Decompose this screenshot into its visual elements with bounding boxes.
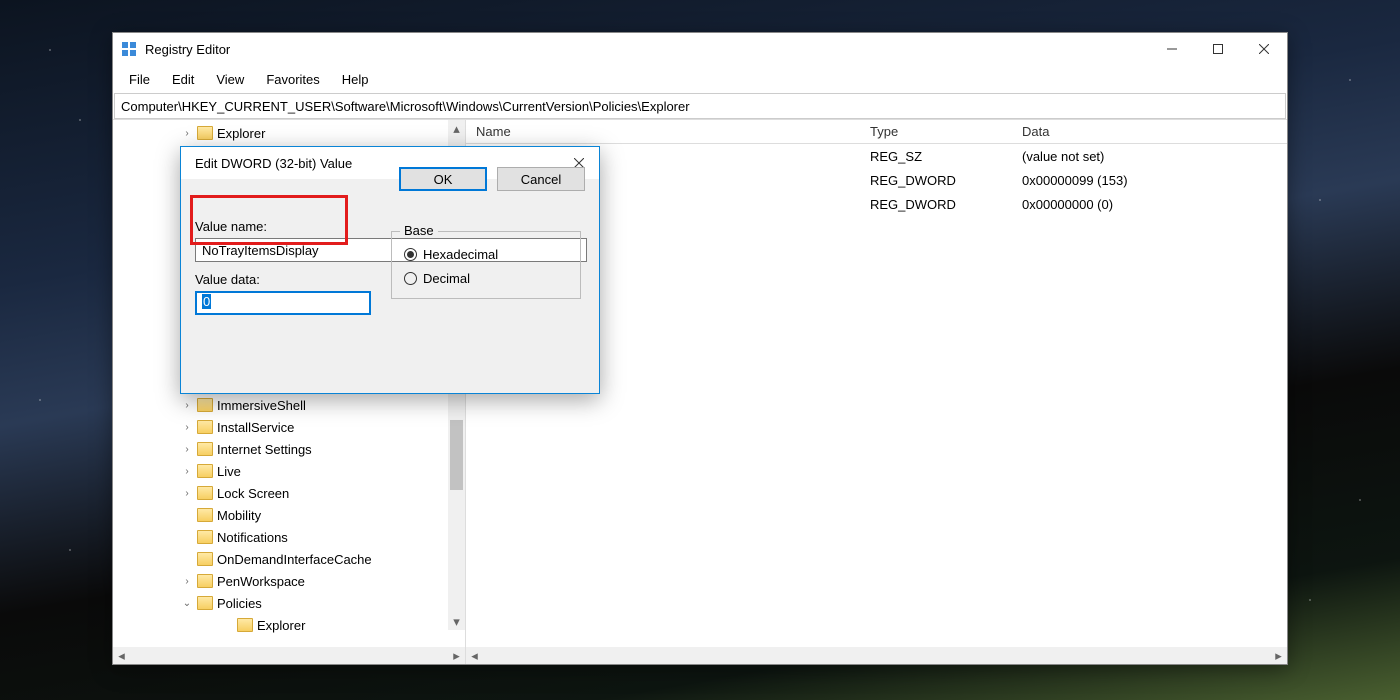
menubar: File Edit View Favorites Help <box>113 65 1287 93</box>
radio-label: Hexadecimal <box>423 247 498 262</box>
value-data-label: Value data: <box>195 272 385 287</box>
value-type: REG_DWORD <box>870 197 1022 212</box>
tree-item[interactable]: › Lock Screen <box>113 482 465 504</box>
tree-item[interactable]: OnDemandInterfaceCache <box>113 548 465 570</box>
folder-icon <box>197 464 213 478</box>
folder-icon <box>197 508 213 522</box>
value-type: REG_DWORD <box>870 173 1022 188</box>
tree-item-label: InstallService <box>217 420 294 435</box>
folder-icon <box>237 618 253 632</box>
tree-item-label: Internet Settings <box>217 442 312 457</box>
expand-icon[interactable]: › <box>181 576 193 587</box>
tree-item-label: Live <box>217 464 241 479</box>
column-name[interactable]: Name <box>476 124 870 139</box>
column-type[interactable]: Type <box>870 124 1022 139</box>
ok-button[interactable]: OK <box>399 167 487 191</box>
expand-icon[interactable]: › <box>181 444 193 455</box>
base-group: Base Hexadecimal Decimal <box>391 231 581 299</box>
menu-file[interactable]: File <box>119 68 160 91</box>
collapse-icon[interactable]: ⌄ <box>181 598 193 609</box>
folder-icon <box>197 530 213 544</box>
tree-item[interactable]: Mobility <box>113 504 465 526</box>
expand-icon[interactable]: › <box>181 466 193 477</box>
value-data: 0x00000000 (0) <box>1022 197 1287 212</box>
tree-horizontal-scrollbar[interactable]: ◂ ▸ <box>113 647 465 664</box>
radio-icon <box>404 248 417 261</box>
tree-item-label: Explorer <box>257 618 305 633</box>
tree-item[interactable]: Explorer <box>113 614 465 636</box>
tree-item[interactable]: Notifications <box>113 526 465 548</box>
dialog-body: Value name: Value data: 0 Base Hexadecim… <box>181 179 599 201</box>
maximize-icon <box>1213 44 1223 54</box>
radio-label: Decimal <box>423 271 470 286</box>
folder-icon <box>197 486 213 500</box>
values-header: Name Type Data <box>466 120 1287 144</box>
value-data: (value not set) <box>1022 149 1287 164</box>
tree-item-label: PenWorkspace <box>217 574 305 589</box>
close-icon <box>1259 44 1269 54</box>
radio-icon <box>404 272 417 285</box>
edit-dword-dialog: Edit DWORD (32-bit) Value Value name: Va… <box>180 146 600 394</box>
cancel-button[interactable]: Cancel <box>497 167 585 191</box>
address-bar[interactable]: Computer\HKEY_CURRENT_USER\Software\Micr… <box>114 93 1286 119</box>
tree-item[interactable]: › Live <box>113 460 465 482</box>
folder-icon <box>197 552 213 566</box>
minimize-button[interactable] <box>1149 33 1195 65</box>
folder-icon <box>197 442 213 456</box>
values-horizontal-scrollbar[interactable]: ◂ ▸ <box>466 647 1287 664</box>
menu-help[interactable]: Help <box>332 68 379 91</box>
scroll-right-icon[interactable]: ▸ <box>1270 647 1287 664</box>
folder-icon <box>197 398 213 412</box>
expand-icon[interactable]: › <box>181 400 193 411</box>
app-icon <box>121 41 137 57</box>
folder-icon <box>197 596 213 610</box>
scroll-up-icon[interactable]: ▴ <box>448 120 465 137</box>
tree-item-label: Policies <box>217 596 262 611</box>
menu-favorites[interactable]: Favorites <box>256 68 329 91</box>
value-data-text: 0 <box>202 294 211 309</box>
expand-icon[interactable]: › <box>181 128 193 139</box>
column-data[interactable]: Data <box>1022 124 1287 139</box>
value-data-input[interactable]: 0 <box>195 291 371 315</box>
expand-icon[interactable]: › <box>181 422 193 433</box>
tree-item-label: OnDemandInterfaceCache <box>217 552 372 567</box>
scroll-down-icon[interactable]: ▾ <box>448 613 465 630</box>
tree-item[interactable]: › Explorer <box>113 122 465 144</box>
tree-item[interactable]: › ImmersiveShell <box>113 394 465 416</box>
tree-item[interactable]: › PenWorkspace <box>113 570 465 592</box>
tree-item-label: Explorer <box>217 126 265 141</box>
tree-item[interactable]: › Internet Settings <box>113 438 465 460</box>
tree-item-label: Lock Screen <box>217 486 289 501</box>
base-legend: Base <box>400 223 438 238</box>
radio-decimal[interactable]: Decimal <box>404 266 568 290</box>
scroll-left-icon[interactable]: ◂ <box>113 647 130 664</box>
tree-item-label: Mobility <box>217 508 261 523</box>
scroll-right-icon[interactable]: ▸ <box>448 647 465 664</box>
value-data: 0x00000099 (153) <box>1022 173 1287 188</box>
minimize-icon <box>1167 44 1177 54</box>
tree-item[interactable]: › InstallService <box>113 416 465 438</box>
scroll-left-icon[interactable]: ◂ <box>466 647 483 664</box>
window-title: Registry Editor <box>145 42 1149 57</box>
value-name-label: Value name: <box>195 219 385 234</box>
menu-edit[interactable]: Edit <box>162 68 204 91</box>
close-button[interactable] <box>1241 33 1287 65</box>
scroll-thumb[interactable] <box>450 420 463 490</box>
value-type: REG_SZ <box>870 149 1022 164</box>
tree-item[interactable]: ⌄ Policies <box>113 592 465 614</box>
tree-item-label: ImmersiveShell <box>217 398 306 413</box>
expand-icon[interactable]: › <box>181 488 193 499</box>
tree-item-label: Notifications <box>217 530 288 545</box>
maximize-button[interactable] <box>1195 33 1241 65</box>
titlebar: Registry Editor <box>113 33 1287 65</box>
menu-view[interactable]: View <box>206 68 254 91</box>
folder-icon <box>197 574 213 588</box>
radio-hexadecimal[interactable]: Hexadecimal <box>404 242 568 266</box>
folder-icon <box>197 126 213 140</box>
folder-icon <box>197 420 213 434</box>
